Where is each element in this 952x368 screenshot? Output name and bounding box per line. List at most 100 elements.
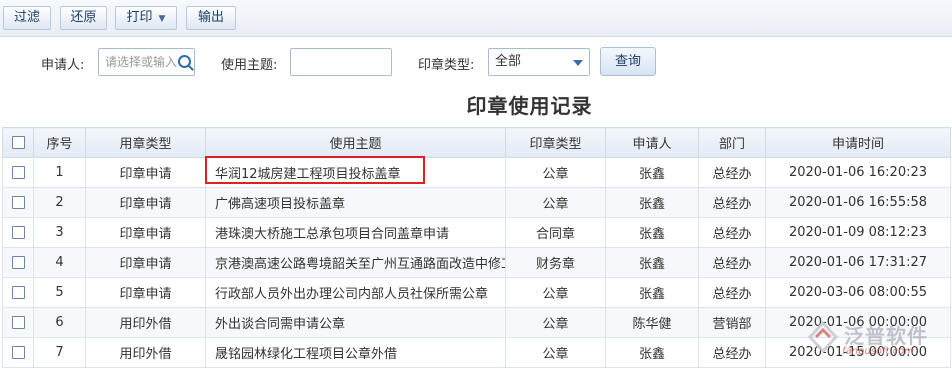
- table-row: 3 印章申请 港珠澳大桥施工总承包项目合同盖章申请 合同章 张鑫 总经办 202…: [2, 217, 951, 248]
- applicant-placeholder: 请选择或输入: [105, 55, 178, 69]
- cell-applicant-link[interactable]: 张鑫: [605, 337, 699, 368]
- print-label: 打印: [126, 10, 153, 25]
- cell-time: 2020-01-06 16:20:23: [765, 157, 951, 188]
- filter-bar: 申请人: 请选择或输入 使用主题: 印章类型: 全部 查询: [0, 46, 952, 78]
- cell-topic-link[interactable]: 晟铭园林绿化工程项目公章外借: [205, 337, 506, 368]
- cell-seal-type: 公章: [505, 187, 606, 218]
- table-row: 1 印章申请 华润12城房建工程项目投标盖章 公章 张鑫 总经办 2020-01…: [2, 157, 951, 188]
- cell-applicant-link[interactable]: 张鑫: [605, 187, 699, 218]
- cell-time: 2020-01-09 08:12:23: [765, 217, 951, 248]
- cell-time: 2020-01-06 17:31:27: [765, 247, 951, 278]
- cell-topic-link[interactable]: 广佛高速项目投标盖章: [205, 187, 506, 218]
- cell-dept: 总经办: [698, 337, 766, 368]
- cell-topic-link[interactable]: 京港澳高速公路粤境韶关至广州互通路面改造中修工程: [205, 247, 506, 278]
- cell-dept: 总经办: [698, 217, 766, 248]
- cell-time: 2020-01-06 16:55:58: [765, 187, 951, 218]
- cell-use-type: 印章申请: [85, 157, 206, 188]
- checkbox-icon[interactable]: [11, 226, 25, 239]
- table-row: 5 印章申请 行政部人员外出办理公司内部人员社保所需公章 公章 张鑫 总经办 2…: [2, 277, 951, 308]
- checkbox-icon[interactable]: [11, 256, 25, 269]
- select-all-checkbox[interactable]: [2, 127, 34, 158]
- reset-button[interactable]: 还原: [60, 6, 107, 30]
- row-checkbox[interactable]: [2, 277, 34, 308]
- row-checkbox[interactable]: [2, 217, 34, 248]
- brand-logo-icon: [807, 320, 839, 354]
- cell-topic-link[interactable]: 外出谈合同需申请公章: [205, 307, 506, 338]
- cell-applicant-link[interactable]: 张鑫: [605, 217, 699, 248]
- cell-applicant-link[interactable]: 张鑫: [605, 157, 699, 188]
- row-checkbox[interactable]: [2, 307, 34, 338]
- topic-input[interactable]: [290, 48, 392, 76]
- seal-type-select[interactable]: 全部: [488, 48, 590, 76]
- cell-topic-link[interactable]: 港珠澳大桥施工总承包项目合同盖章申请: [205, 217, 506, 248]
- col-header-time[interactable]: 申请时间: [765, 127, 951, 158]
- table-row: 2 印章申请 广佛高速项目投标盖章 公章 张鑫 总经办 2020-01-06 1…: [2, 187, 951, 218]
- applicant-input[interactable]: 请选择或输入: [98, 48, 195, 76]
- checkbox-icon[interactable]: [11, 166, 25, 179]
- cell-dept: 营销部: [698, 307, 766, 338]
- seal-type-value: 全部: [495, 54, 522, 69]
- cell-seal-type: 公章: [505, 277, 606, 308]
- cell-dept: 总经办: [698, 187, 766, 218]
- cell-applicant-link[interactable]: 陈华健: [605, 307, 699, 338]
- cell-use-type: 印章申请: [85, 217, 206, 248]
- row-checkbox[interactable]: [2, 187, 34, 218]
- row-checkbox[interactable]: [2, 337, 34, 368]
- cell-no: 1: [33, 157, 86, 188]
- cell-topic-link[interactable]: 华润12城房建工程项目投标盖章: [205, 157, 506, 188]
- toolbar: 过滤 还原 打印 ▼ 输出: [0, 0, 952, 37]
- cell-use-type: 用印外借: [85, 307, 206, 338]
- table-header-row: 序号 用章类型 使用主题 印章类型 申请人 部门 申请时间: [2, 127, 951, 158]
- report-title: 印章使用记录: [466, 94, 593, 118]
- applicant-label: 申请人:: [41, 58, 85, 73]
- checkbox-icon[interactable]: [11, 286, 25, 299]
- cell-topic-link[interactable]: 行政部人员外出办理公司内部人员社保所需公章: [205, 277, 506, 308]
- cell-no: 4: [33, 247, 86, 278]
- query-button[interactable]: 查询: [600, 47, 656, 76]
- cell-use-type: 印章申请: [85, 247, 206, 278]
- col-header-seal-type[interactable]: 印章类型: [505, 127, 606, 158]
- col-header-dept[interactable]: 部门: [698, 127, 766, 158]
- table-row: 4 印章申请 京港澳高速公路粤境韶关至广州互通路面改造中修工程 财务章 张鑫 总…: [2, 247, 951, 278]
- search-icon[interactable]: [178, 55, 191, 68]
- checkbox-icon[interactable]: [11, 316, 25, 329]
- checkbox-icon[interactable]: [11, 196, 25, 209]
- cell-seal-type: 公章: [505, 307, 606, 338]
- checkbox-icon[interactable]: [11, 346, 25, 359]
- cell-no: 7: [33, 337, 86, 368]
- chevron-down-icon: [573, 60, 583, 66]
- cell-seal-type: 合同章: [505, 217, 606, 248]
- seal-type-label: 印章类型:: [418, 58, 475, 73]
- cell-no: 5: [33, 277, 86, 308]
- cell-no: 2: [33, 187, 86, 218]
- col-header-applicant[interactable]: 申请人: [605, 127, 699, 158]
- print-button[interactable]: 打印 ▼: [115, 6, 177, 30]
- cell-dept: 总经办: [698, 157, 766, 188]
- cell-use-type: 印章申请: [85, 277, 206, 308]
- cell-dept: 总经办: [698, 277, 766, 308]
- watermark: 泛普软件 fanpusoft.com: [806, 318, 946, 362]
- col-header-topic[interactable]: 使用主题: [205, 127, 506, 158]
- cell-use-type: 印章申请: [85, 187, 206, 218]
- checkbox-icon[interactable]: [11, 136, 25, 149]
- chevron-down-icon: ▼: [158, 14, 166, 24]
- export-button[interactable]: 输出: [186, 6, 236, 30]
- cell-time: 2020-03-06 08:00:55: [765, 277, 951, 308]
- cell-use-type: 用印外借: [85, 337, 206, 368]
- row-checkbox[interactable]: [2, 157, 34, 188]
- filter-button[interactable]: 过滤: [3, 6, 51, 30]
- cell-seal-type: 财务章: [505, 247, 606, 278]
- col-header-no[interactable]: 序号: [33, 127, 86, 158]
- cell-applicant-link[interactable]: 张鑫: [605, 247, 699, 278]
- col-header-use-type[interactable]: 用章类型: [85, 127, 206, 158]
- cell-dept: 总经办: [698, 247, 766, 278]
- cell-seal-type: 公章: [505, 337, 606, 368]
- cell-seal-type: 公章: [505, 157, 606, 188]
- cell-applicant-link[interactable]: 张鑫: [605, 277, 699, 308]
- watermark-url: fanpusoft.com: [842, 346, 914, 357]
- cell-no: 6: [33, 307, 86, 338]
- watermark-brand: 泛普软件: [844, 324, 928, 348]
- cell-no: 3: [33, 217, 86, 248]
- row-checkbox[interactable]: [2, 247, 34, 278]
- topic-label: 使用主题:: [221, 58, 278, 73]
